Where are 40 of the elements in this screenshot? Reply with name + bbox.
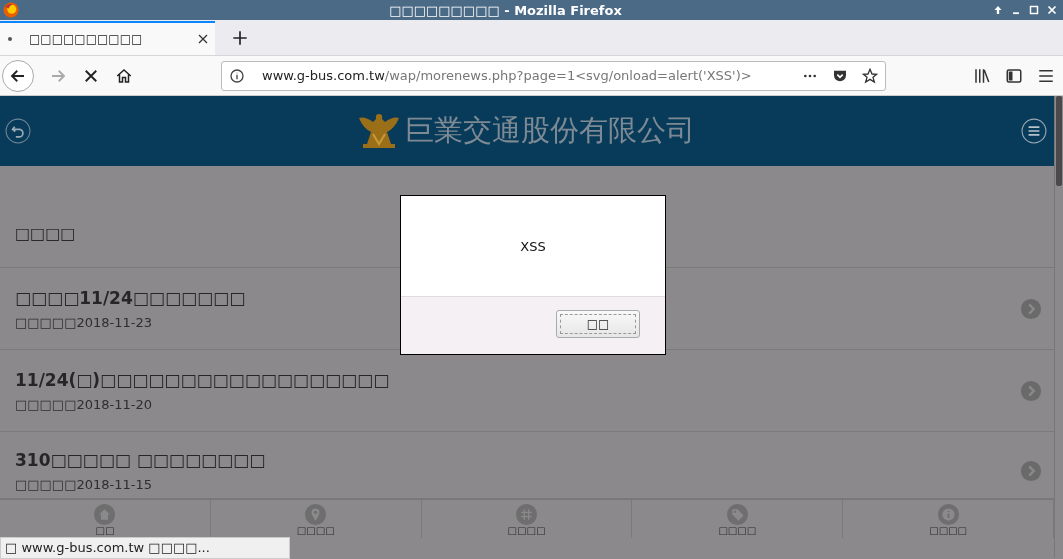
info-icon: [937, 504, 959, 525]
home-icon[interactable]: [115, 66, 133, 85]
location-pin-icon: [305, 504, 327, 525]
home-icon: [94, 504, 116, 525]
maximize-icon[interactable]: [1027, 3, 1041, 17]
ok-button[interactable]: □□: [556, 310, 640, 338]
tab-title: □□□□□□□□□□: [29, 32, 144, 46]
news-title-link[interactable]: 310□□□□□ □□□□□□□□: [15, 450, 266, 470]
browser-tab[interactable]: □□□□□□□□□□: [0, 21, 215, 55]
window-title: □□□□□□□□□ - Mozilla Firefox: [388, 2, 623, 18]
sidebar-icon[interactable]: [1005, 66, 1023, 85]
back-button[interactable]: [2, 59, 34, 92]
scrollbar-thumb[interactable]: [1056, 96, 1062, 186]
close-icon[interactable]: [197, 33, 209, 45]
alert-message: XSS: [520, 238, 546, 254]
nav-tab[interactable]: □□□□: [421, 500, 633, 538]
close-icon[interactable]: [1045, 3, 1059, 17]
browser-logo-icon: [2, 1, 20, 19]
news-date: □□□□□2018-11-15: [15, 477, 152, 492]
info-icon[interactable]: [229, 67, 245, 84]
grid-icon: [516, 504, 537, 525]
url-text: www.g-bus.com.tw/wap/morenews.php?page=1<svg/onload=alert('XSS')>: [262, 68, 753, 83]
news-date: □□□□□2018-11-20: [15, 396, 152, 412]
news-title-link[interactable]: □□□□11/24□□□□□□□: [15, 287, 246, 308]
status-tooltip: □ www.g-bus.com.tw □□□□...: [0, 537, 290, 559]
back-icon[interactable]: [5, 118, 31, 144]
nav-tab[interactable]: □□□□: [632, 500, 844, 538]
news-title-link[interactable]: 11/24(□)□□□□□□□□□□□□□□□□□□: [15, 369, 390, 390]
nav-tab[interactable]: □□□□: [843, 500, 1054, 538]
plus-icon[interactable]: [232, 30, 248, 46]
star-icon[interactable]: [862, 67, 878, 84]
menu-icon[interactable]: [1021, 118, 1047, 144]
site-title: 巨業交通股份有限公司: [405, 112, 695, 149]
section-title: □□□□: [15, 224, 76, 243]
library-icon[interactable]: [973, 66, 991, 85]
news-date: □□□□□2018-11-23: [15, 314, 152, 330]
tag-icon: [726, 504, 748, 525]
scrollbar[interactable]: [1054, 96, 1063, 558]
dot-icon: [7, 36, 13, 42]
address-bar[interactable]: www.g-bus.com.tw/wap/morenews.php?page=1<svg/onload=alert('XSS')>: [221, 60, 886, 91]
